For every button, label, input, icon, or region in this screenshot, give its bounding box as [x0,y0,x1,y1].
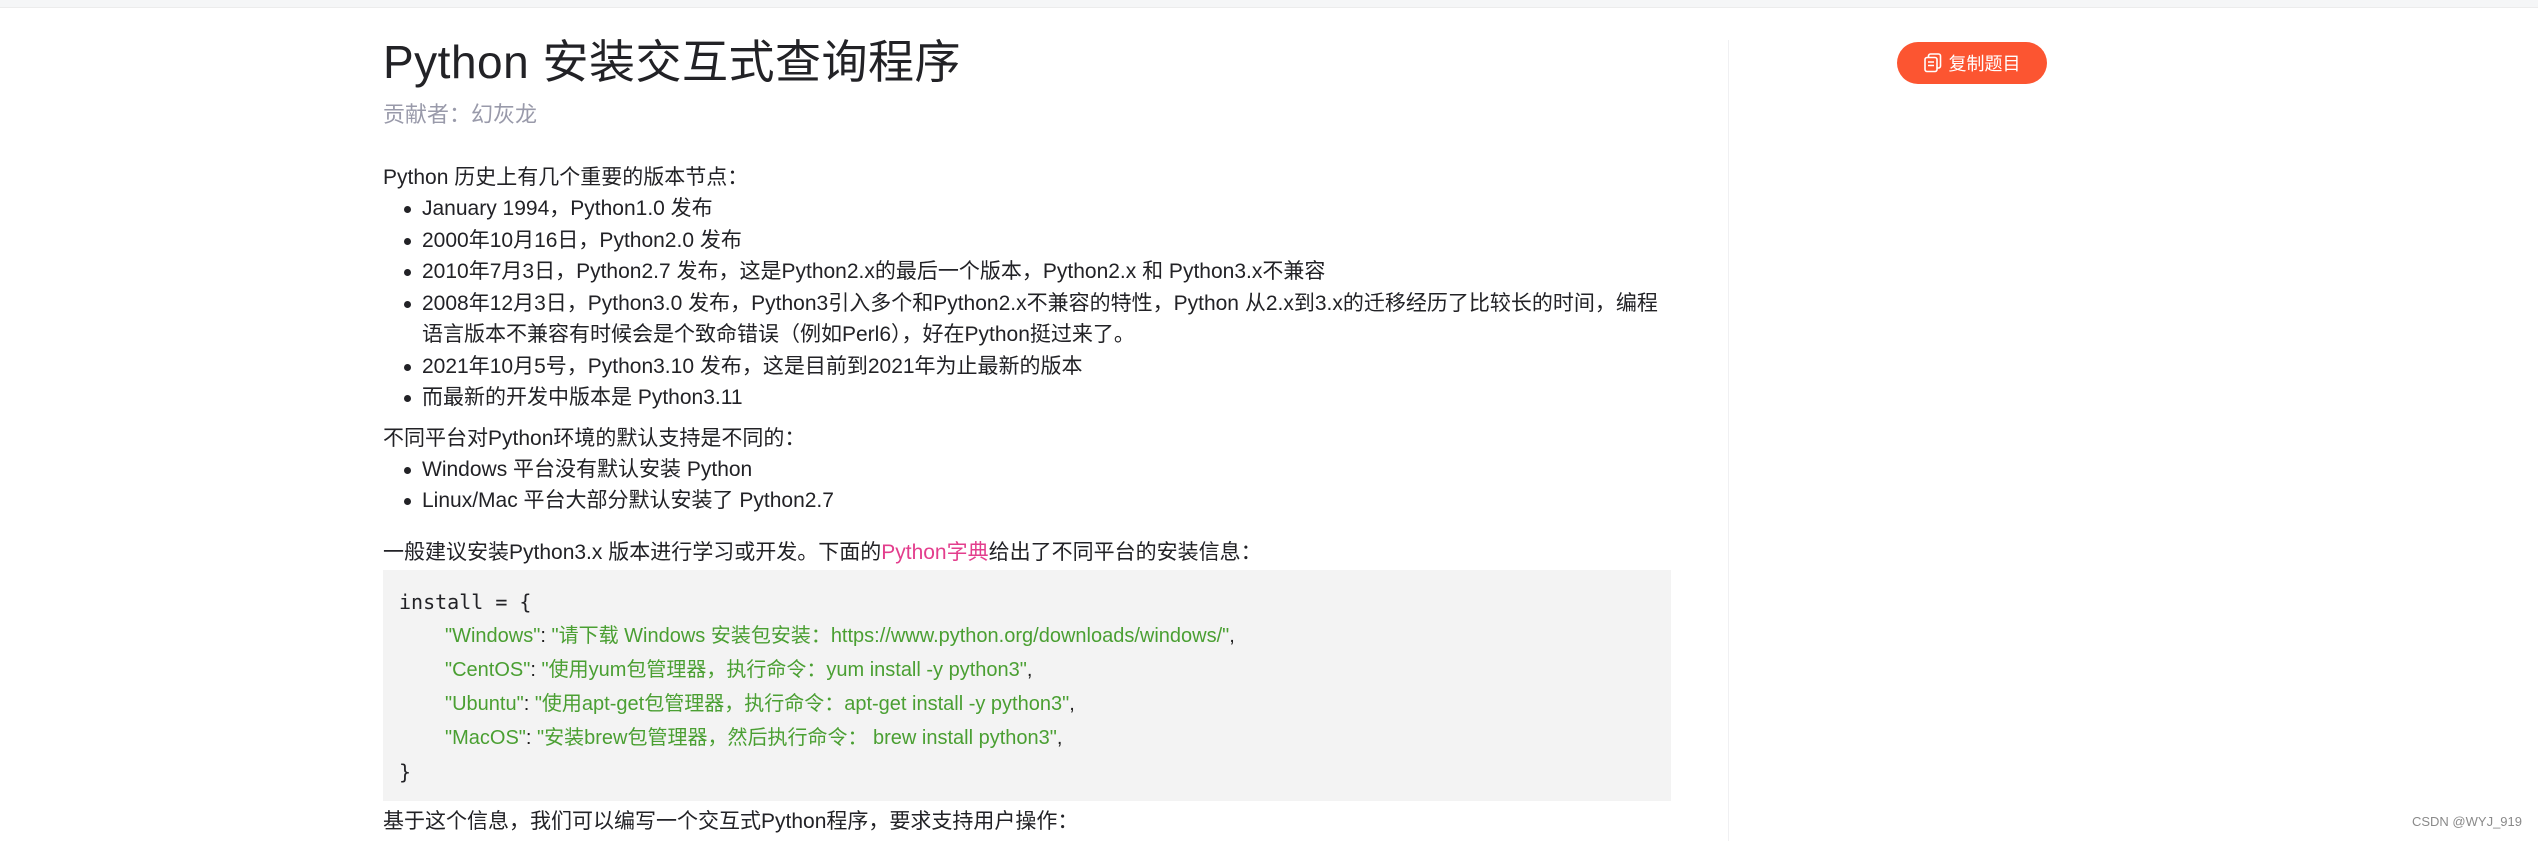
list-item: Linux/Mac 平台大部分默认安装了 Python2.7 [383,485,1671,517]
list-item: 而最新的开发中版本是 Python3.11 [383,382,1671,414]
code-line-close: } [399,759,412,784]
platform-list: Windows 平台没有默认安装 Python Linux/Mac 平台大部分默… [383,454,1671,517]
sidebar-divider [1728,40,1729,841]
code-line: "MacOS": "安装brew包管理器，然后执行命令： brew instal… [399,721,1655,755]
watermark: CSDN @WYJ_919 [2411,814,2522,829]
code-tail: , [1026,658,1033,681]
list-item: 2021年10月5号，Python3.10 发布，这是目前到2021年为止最新的… [383,351,1671,383]
article-main: Python 安装交互式查询程序 贡献者：幻灰龙 Python 历史上有几个重要… [383,30,1671,837]
code-value: "安装brew包管理器，然后执行命令： brew install python3… [537,726,1057,749]
copy-button-label: 复制题目 [1948,54,2021,74]
outro-paragraph: 基于这个信息，我们可以编写一个交互式Python程序，要求支持用户操作： [383,809,1079,833]
code-line: "Ubuntu": "使用apt-get包管理器，执行命令：apt-get in… [399,687,1655,721]
code-tail: , [1069,692,1075,715]
code-line: "CentOS": "使用yum包管理器，执行命令：yum install -y… [399,653,1655,687]
list-item: 2008年12月3日，Python3.0 发布，Python3引入多个和Pyth… [383,288,1671,351]
suggestion-text: 一般建议安装Python3.x 版本进行学习或开发。下面的 [383,540,882,564]
python-dict-link[interactable]: Python字典 [881,541,988,564]
code-separator: : [525,726,538,749]
top-bar [0,0,2538,8]
list-item: 2010年7月3日，Python2.7 发布，这是Python2.x的最后一个版… [383,256,1671,288]
list-item: January 1994，Python1.0 发布 [383,193,1671,225]
platform-intro: 不同平台对Python环境的默认支持是不同的： [383,426,806,450]
code-line: "Windows": "请下载 Windows 安装包安装：https://ww… [399,619,1655,653]
contributor-label: 贡献者：幻灰龙 [383,102,538,127]
code-key: "Ubuntu" [445,692,524,715]
code-block: install = { "Windows": "请下载 Windows 安装包安… [383,569,1671,801]
history-list: January 1994，Python1.0 发布 2000年10月16日，Py… [383,193,1671,414]
code-tail: , [1056,726,1063,749]
history-intro: Python 历史上有几个重要的版本节点： [383,166,749,189]
page-title: Python 安装交互式查询程序 [383,36,961,88]
suggestion-text-tail: 给出了不同平台的安装信息： [988,540,1262,564]
code-key: "MacOS" [445,726,526,749]
suggestion-paragraph: 一般建议安装Python3.x 版本进行学习或开发。下面的Python字典给出了… [383,537,1671,568]
code-separator: : [530,658,542,681]
code-value: "请下载 Windows 安装包安装：https://www.python.or… [551,624,1230,647]
copy-question-button[interactable]: 复制题目 [1897,42,2047,84]
code-tail: , [1229,624,1235,647]
code-separator: : [523,692,535,715]
code-value: "使用apt-get包管理器，执行命令：apt-get install -y p… [534,692,1070,715]
code-key: "Windows" [445,624,541,647]
list-item: Windows 平台没有默认安装 Python [383,454,1671,486]
copy-icon [1923,53,1942,73]
code-value: "使用yum包管理器，执行命令：yum install -y python3" [541,658,1027,681]
code-separator: : [540,624,552,647]
code-key: "CentOS" [445,658,531,681]
list-item: 2000年10月16日，Python2.0 发布 [383,225,1671,257]
code-line-open: install = { [399,589,532,614]
